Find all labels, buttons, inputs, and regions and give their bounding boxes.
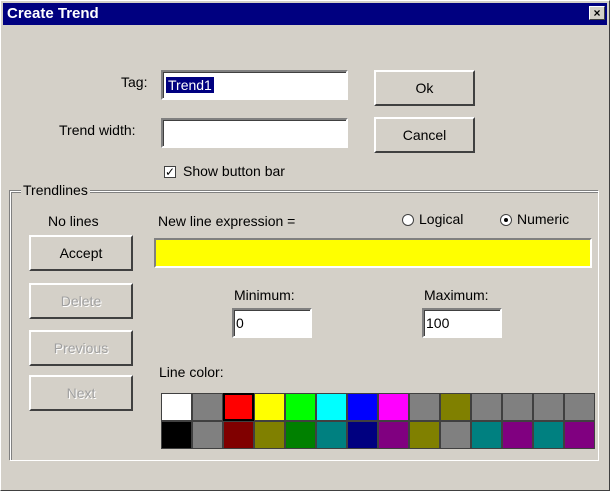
color-swatch[interactable] [471,393,502,421]
trend-width-input[interactable] [161,118,348,148]
trendlines-status: No lines [48,213,99,229]
title-bar[interactable]: Create Trend × [3,3,607,25]
color-swatch[interactable] [192,421,223,449]
minimum-input[interactable]: 0 [232,308,312,338]
color-swatch[interactable] [533,393,564,421]
line-color-label: Line color: [159,364,224,380]
color-swatch[interactable] [347,393,378,421]
color-swatch[interactable] [409,421,440,449]
color-swatch[interactable] [223,421,254,449]
maximum-input[interactable]: 100 [422,308,502,338]
color-swatch[interactable] [409,393,440,421]
ok-button[interactable]: Ok [374,70,475,106]
color-swatch[interactable] [223,393,254,421]
color-swatch[interactable] [440,421,471,449]
show-button-bar-label: Show button bar [183,163,285,179]
window-title: Create Trend [7,5,99,22]
trend-width-label: Trend width: [59,122,136,138]
create-trend-dialog: Create Trend × Tag: Trend1 Trend width: … [0,0,610,491]
logical-radio-label: Logical [419,211,464,227]
color-swatch[interactable] [161,421,192,449]
color-swatch[interactable] [471,421,502,449]
cancel-button[interactable]: Cancel [374,117,475,153]
delete-button[interactable]: Delete [29,283,133,319]
color-swatch[interactable] [378,393,409,421]
delete-button-label: Delete [60,293,102,309]
accept-button[interactable]: Accept [29,235,133,271]
trendlines-group-title: Trendlines [21,182,90,198]
color-swatch[interactable] [285,393,316,421]
color-swatch[interactable] [347,421,378,449]
numeric-radio[interactable] [500,214,512,226]
close-button[interactable]: × [589,6,605,20]
maximum-value: 100 [426,315,450,331]
color-swatch[interactable] [564,421,595,449]
expression-input[interactable] [154,238,592,268]
tag-label: Tag: [121,74,148,90]
color-swatch[interactable] [316,421,347,449]
color-swatch[interactable] [254,393,285,421]
minimum-label: Minimum: [234,287,295,303]
color-swatch[interactable] [440,393,471,421]
next-button-label: Next [66,385,96,401]
minimum-value: 0 [236,315,244,331]
next-button[interactable]: Next [29,375,133,411]
color-swatch[interactable] [564,393,595,421]
expression-label: New line expression = [158,213,296,229]
color-swatch[interactable] [161,393,192,421]
color-swatch[interactable] [378,421,409,449]
tag-input[interactable]: Trend1 [161,70,348,100]
previous-button-label: Previous [53,340,109,356]
color-swatch[interactable] [254,421,285,449]
logical-radio[interactable] [402,214,414,226]
previous-button[interactable]: Previous [29,330,133,366]
show-button-bar-checkbox[interactable]: ✓ [164,166,176,178]
maximum-label: Maximum: [424,287,489,303]
color-swatch[interactable] [533,421,564,449]
color-swatch[interactable] [502,421,533,449]
color-swatch[interactable] [285,421,316,449]
color-swatch[interactable] [316,393,347,421]
numeric-radio-label: Numeric [517,211,570,227]
color-swatch[interactable] [192,393,223,421]
tag-input-value: Trend1 [166,77,214,93]
color-swatch[interactable] [502,393,533,421]
